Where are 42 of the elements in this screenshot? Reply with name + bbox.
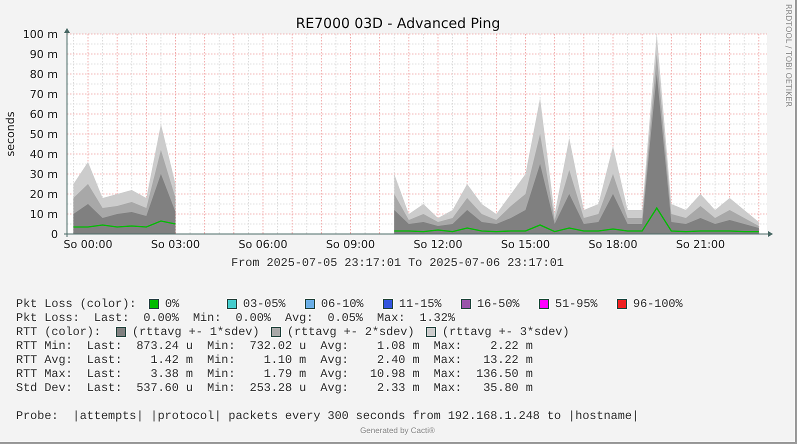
legend-item-label: (rttavg +- 3*sdev) [442,325,570,339]
x-tick-label: So 09:00 [326,238,375,251]
x-tick-label: So 18:00 [588,238,638,251]
x-tick-label: So 06:00 [238,238,288,251]
x-tick-label: So 15:00 [501,238,550,251]
y-tick-label: 60 m [30,108,58,121]
legend-item-label: (rttavg +- 2*sdev) [287,325,414,339]
legend-item-label: (rttavg +- 1*sdev) [132,325,260,339]
legend-label: Pkt Loss (color): [16,297,138,311]
legend-item-label: 06-10% [321,297,364,311]
x-tick-label: So 00:00 [64,238,112,251]
time-range: From 2025-07-05 23:17:01 To 2025-07-06 23:17:01 [231,256,564,270]
y-tick-label: 20 m [30,188,58,201]
rtt-stats: RTT Avg: Last: 1.42 m Min: 1.10 m Avg: 2.40 m Max: 13.22 m [16,353,533,367]
side-label: RRDTOOL / TOBI OETIKER [784,4,793,108]
y-tick-label: 0 [51,228,58,241]
x-tick-label: So 12:00 [414,238,462,251]
legend-label: RTT (color): [16,325,102,339]
y-tick-label: 80 m [30,68,58,81]
x-tick-label: So 21:00 [676,238,725,251]
y-tick-label: 50 m [30,128,58,141]
footer-credit: Generated by Cacti® [360,426,435,435]
y-tick-label: 70 m [30,88,58,101]
legend-item-label: 11-15% [399,297,442,311]
y-tick-label: 10 m [30,208,58,221]
y-tick-label: 30 m [30,168,58,181]
rtt-stats: Std Dev: Last: 537.60 u Min: 253.28 u Avg: 2.33 m Max: 35.80 m [16,381,533,395]
rtt-stats: RTT Min: Last: 873.24 u Min: 732.02 u Avg: 1.08 m Max: 2.22 m [16,339,533,353]
x-tick-label: So 03:00 [151,238,200,251]
y-tick-label: 90 m [30,48,58,61]
legend-item-label: 0% [165,297,180,311]
legend-item-label: 51-95% [555,297,598,311]
legend-item-label: 03-05% [243,297,286,311]
legend-item-label: 16-50% [477,297,520,311]
probe-info: Probe: |attempts| |protocol| packets every 300 seconds from 192.168.1.248 to |hostname| [16,409,639,423]
legend-item-label: 96-100% [633,297,683,311]
y-tick-label: 40 m [30,148,58,161]
rtt-stats: RTT Max: Last: 3.38 m Min: 1.79 m Avg: 10.98 m Max: 136.50 m [16,367,533,381]
y-tick-label: 100 m [22,28,58,41]
loss-stats: Pkt Loss: Last: 0.00% Min: 0.00% Avg: 0.05% Max: 1.32% [16,311,455,325]
y-axis-title: seconds [4,112,17,156]
graph-title: RE7000 03D - Advanced Ping [296,16,500,32]
